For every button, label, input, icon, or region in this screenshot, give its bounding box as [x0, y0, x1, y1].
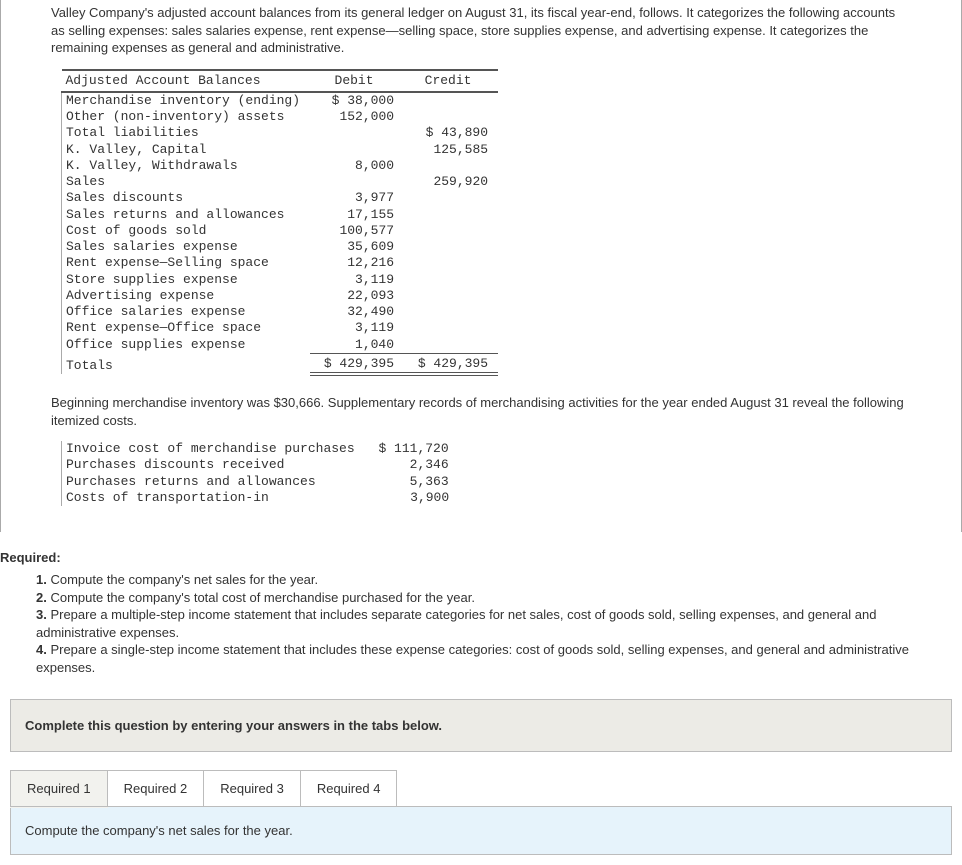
required-list: 1. Compute the company's net sales for t…: [0, 571, 962, 692]
tab-required-3[interactable]: Required 3: [204, 770, 301, 807]
tab-required-2[interactable]: Required 2: [108, 770, 205, 807]
intro-text: Valley Company's adjusted account balanc…: [1, 0, 961, 69]
required-heading: Required:: [0, 532, 962, 571]
tab-required-1[interactable]: Required 1: [10, 770, 108, 807]
supplementary-costs-table: Invoice cost of merchandise purchases$ 1…: [61, 441, 460, 506]
instruction-bar: Complete this question by entering your …: [10, 699, 952, 752]
middle-text: Beginning merchandise inventory was $30,…: [1, 376, 961, 441]
tab-bar: Required 1 Required 2 Required 3 Require…: [10, 770, 952, 807]
tab-sub-instruction: Compute the company's net sales for the …: [10, 806, 952, 855]
tab-required-4[interactable]: Required 4: [301, 770, 398, 807]
adjusted-balances-table: Adjusted Account BalancesDebitCreditMerc…: [61, 69, 498, 377]
